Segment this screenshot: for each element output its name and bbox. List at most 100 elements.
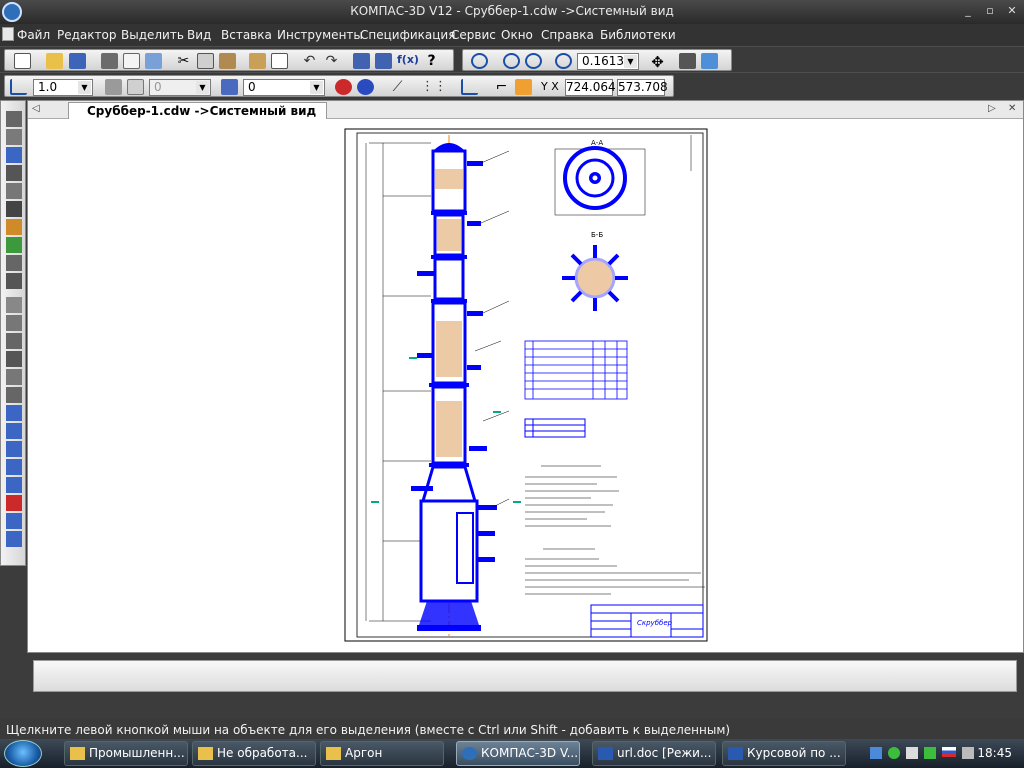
cursor-position-icon[interactable]	[515, 79, 532, 95]
chamfer-icon[interactable]	[6, 423, 22, 439]
close-button[interactable]: ✕	[1002, 3, 1022, 19]
layer-combo[interactable]: 0 ▼	[243, 79, 325, 96]
rectangle-icon[interactable]	[6, 351, 22, 367]
safely-remove-icon[interactable]	[906, 747, 918, 759]
grid-icon[interactable]: ⋮⋮	[421, 79, 447, 95]
ortho-icon[interactable]: ⟋	[389, 79, 406, 95]
task-folder-1[interactable]: Промышленн...	[64, 741, 188, 766]
menu-view[interactable]: Вид	[187, 28, 211, 42]
zoom-scale-icon[interactable]	[555, 53, 572, 69]
format-painter-icon[interactable]	[249, 53, 266, 69]
properties-icon[interactable]	[271, 53, 288, 69]
editing-icon[interactable]	[6, 165, 22, 181]
chevron-down-icon[interactable]: ▼	[310, 81, 323, 94]
task-kompas[interactable]: КОМПАС-3D V...	[456, 741, 580, 766]
select-icon[interactable]	[6, 219, 22, 235]
fillet-icon[interactable]	[6, 441, 22, 457]
undo-icon[interactable]: ↶	[301, 53, 318, 69]
spline-icon[interactable]	[6, 387, 22, 403]
trim-icon[interactable]	[6, 459, 22, 475]
geometry-icon[interactable]	[6, 111, 22, 127]
menu-file[interactable]: Файл	[17, 28, 50, 42]
paste-icon[interactable]	[219, 53, 236, 69]
maximize-button[interactable]: ▫	[980, 3, 1000, 19]
tab-scroll-right-icon[interactable]: ▷	[988, 103, 996, 114]
zoom-in-icon[interactable]	[503, 53, 520, 69]
delete-icon[interactable]	[6, 495, 22, 511]
line-icon[interactable]	[6, 297, 22, 313]
line-scale-combo[interactable]: 1.0 ▼	[33, 79, 93, 96]
reports-icon[interactable]	[6, 273, 22, 289]
start-button[interactable]	[4, 740, 42, 767]
print-icon[interactable]	[101, 53, 118, 69]
view-state-icon[interactable]	[105, 79, 122, 95]
coord-y-field[interactable]: 573.708	[617, 79, 668, 96]
circle-icon[interactable]	[6, 315, 22, 331]
document-icon[interactable]	[2, 27, 14, 41]
menu-edit[interactable]: Редактор	[57, 28, 116, 42]
task-folder-2[interactable]: Не обработа...	[192, 741, 316, 766]
refresh-view-icon[interactable]	[701, 53, 718, 69]
menu-help[interactable]: Справка	[541, 28, 594, 42]
layer-icon[interactable]	[221, 79, 238, 95]
sync-icon[interactable]	[924, 747, 936, 759]
chevron-down-icon[interactable]: ▼	[78, 81, 91, 94]
spec-icon[interactable]	[6, 255, 22, 271]
menu-window[interactable]: Окно	[501, 28, 533, 42]
antivirus-icon[interactable]	[888, 747, 900, 759]
drawing-canvas[interactable]: А-А Б-Б Скруббер	[31, 121, 1020, 649]
hatch-icon[interactable]	[6, 369, 22, 385]
clock[interactable]: 18:45	[977, 746, 1012, 760]
document-manager-icon[interactable]	[145, 53, 162, 69]
rotate-icon[interactable]	[6, 531, 22, 547]
minimize-button[interactable]: _	[958, 3, 978, 19]
parametrization-icon[interactable]	[6, 183, 22, 199]
local-cs-icon[interactable]	[10, 79, 27, 95]
cut-icon[interactable]: ✂	[175, 53, 192, 69]
task-word-1[interactable]: url.doc [Режи...	[592, 741, 716, 766]
local-snap-icon[interactable]	[357, 79, 374, 95]
menu-select[interactable]: Выделить	[121, 28, 184, 42]
language-flag-icon[interactable]	[942, 747, 956, 757]
tab-close-icon[interactable]: ✕	[1008, 103, 1016, 114]
offset-icon[interactable]	[6, 405, 22, 421]
new-document-icon[interactable]	[14, 53, 31, 69]
menu-insert[interactable]: Вставка	[221, 28, 272, 42]
coord-x-field[interactable]: 724.064	[565, 79, 616, 96]
library-manager-icon[interactable]	[375, 53, 392, 69]
mirror-icon[interactable]	[6, 513, 22, 529]
designations-icon[interactable]	[6, 147, 22, 163]
save-icon[interactable]	[69, 53, 86, 69]
coordinate-system-icon[interactable]	[461, 79, 478, 95]
chevron-down-icon[interactable]: ▼	[624, 55, 637, 68]
variables-fx-icon[interactable]: f(x)	[397, 53, 419, 69]
zoom-scale-combo[interactable]: 0.1613 ▼	[577, 53, 639, 70]
print-preview-icon[interactable]	[123, 53, 140, 69]
measure-icon[interactable]	[6, 201, 22, 217]
view-list-icon[interactable]	[127, 79, 144, 95]
show-all-icon[interactable]	[679, 53, 696, 69]
redo-icon[interactable]: ↷	[323, 53, 340, 69]
network-icon[interactable]	[870, 747, 882, 759]
snap-icon[interactable]	[335, 79, 352, 95]
zoom-window-icon[interactable]	[471, 53, 488, 69]
task-word-2[interactable]: Курсовой по ...	[722, 741, 846, 766]
associative-views-icon[interactable]	[6, 237, 22, 253]
tab-scroll-left-icon[interactable]: ◁	[32, 103, 40, 114]
open-folder-icon[interactable]	[46, 53, 63, 69]
dimensions-icon[interactable]	[6, 129, 22, 145]
round-icon[interactable]: ⌐	[493, 79, 510, 95]
pan-icon[interactable]: ✥	[649, 53, 666, 71]
copy-icon[interactable]	[197, 53, 214, 69]
menu-service[interactable]: Сервис	[451, 28, 496, 42]
menu-tools[interactable]: Инструменты	[277, 28, 363, 42]
menu-specification[interactable]: Спецификация	[360, 28, 455, 42]
arc-icon[interactable]	[6, 333, 22, 349]
manager-icon[interactable]	[353, 53, 370, 69]
volume-icon[interactable]	[962, 747, 974, 759]
menu-libraries[interactable]: Библиотеки	[600, 28, 676, 42]
zoom-out-icon[interactable]	[525, 53, 542, 69]
break-icon[interactable]	[6, 477, 22, 493]
tab-document[interactable]: Сруббер-1.cdw ->Системный вид	[68, 102, 328, 119]
help-pointer-icon[interactable]: ?	[423, 53, 440, 69]
